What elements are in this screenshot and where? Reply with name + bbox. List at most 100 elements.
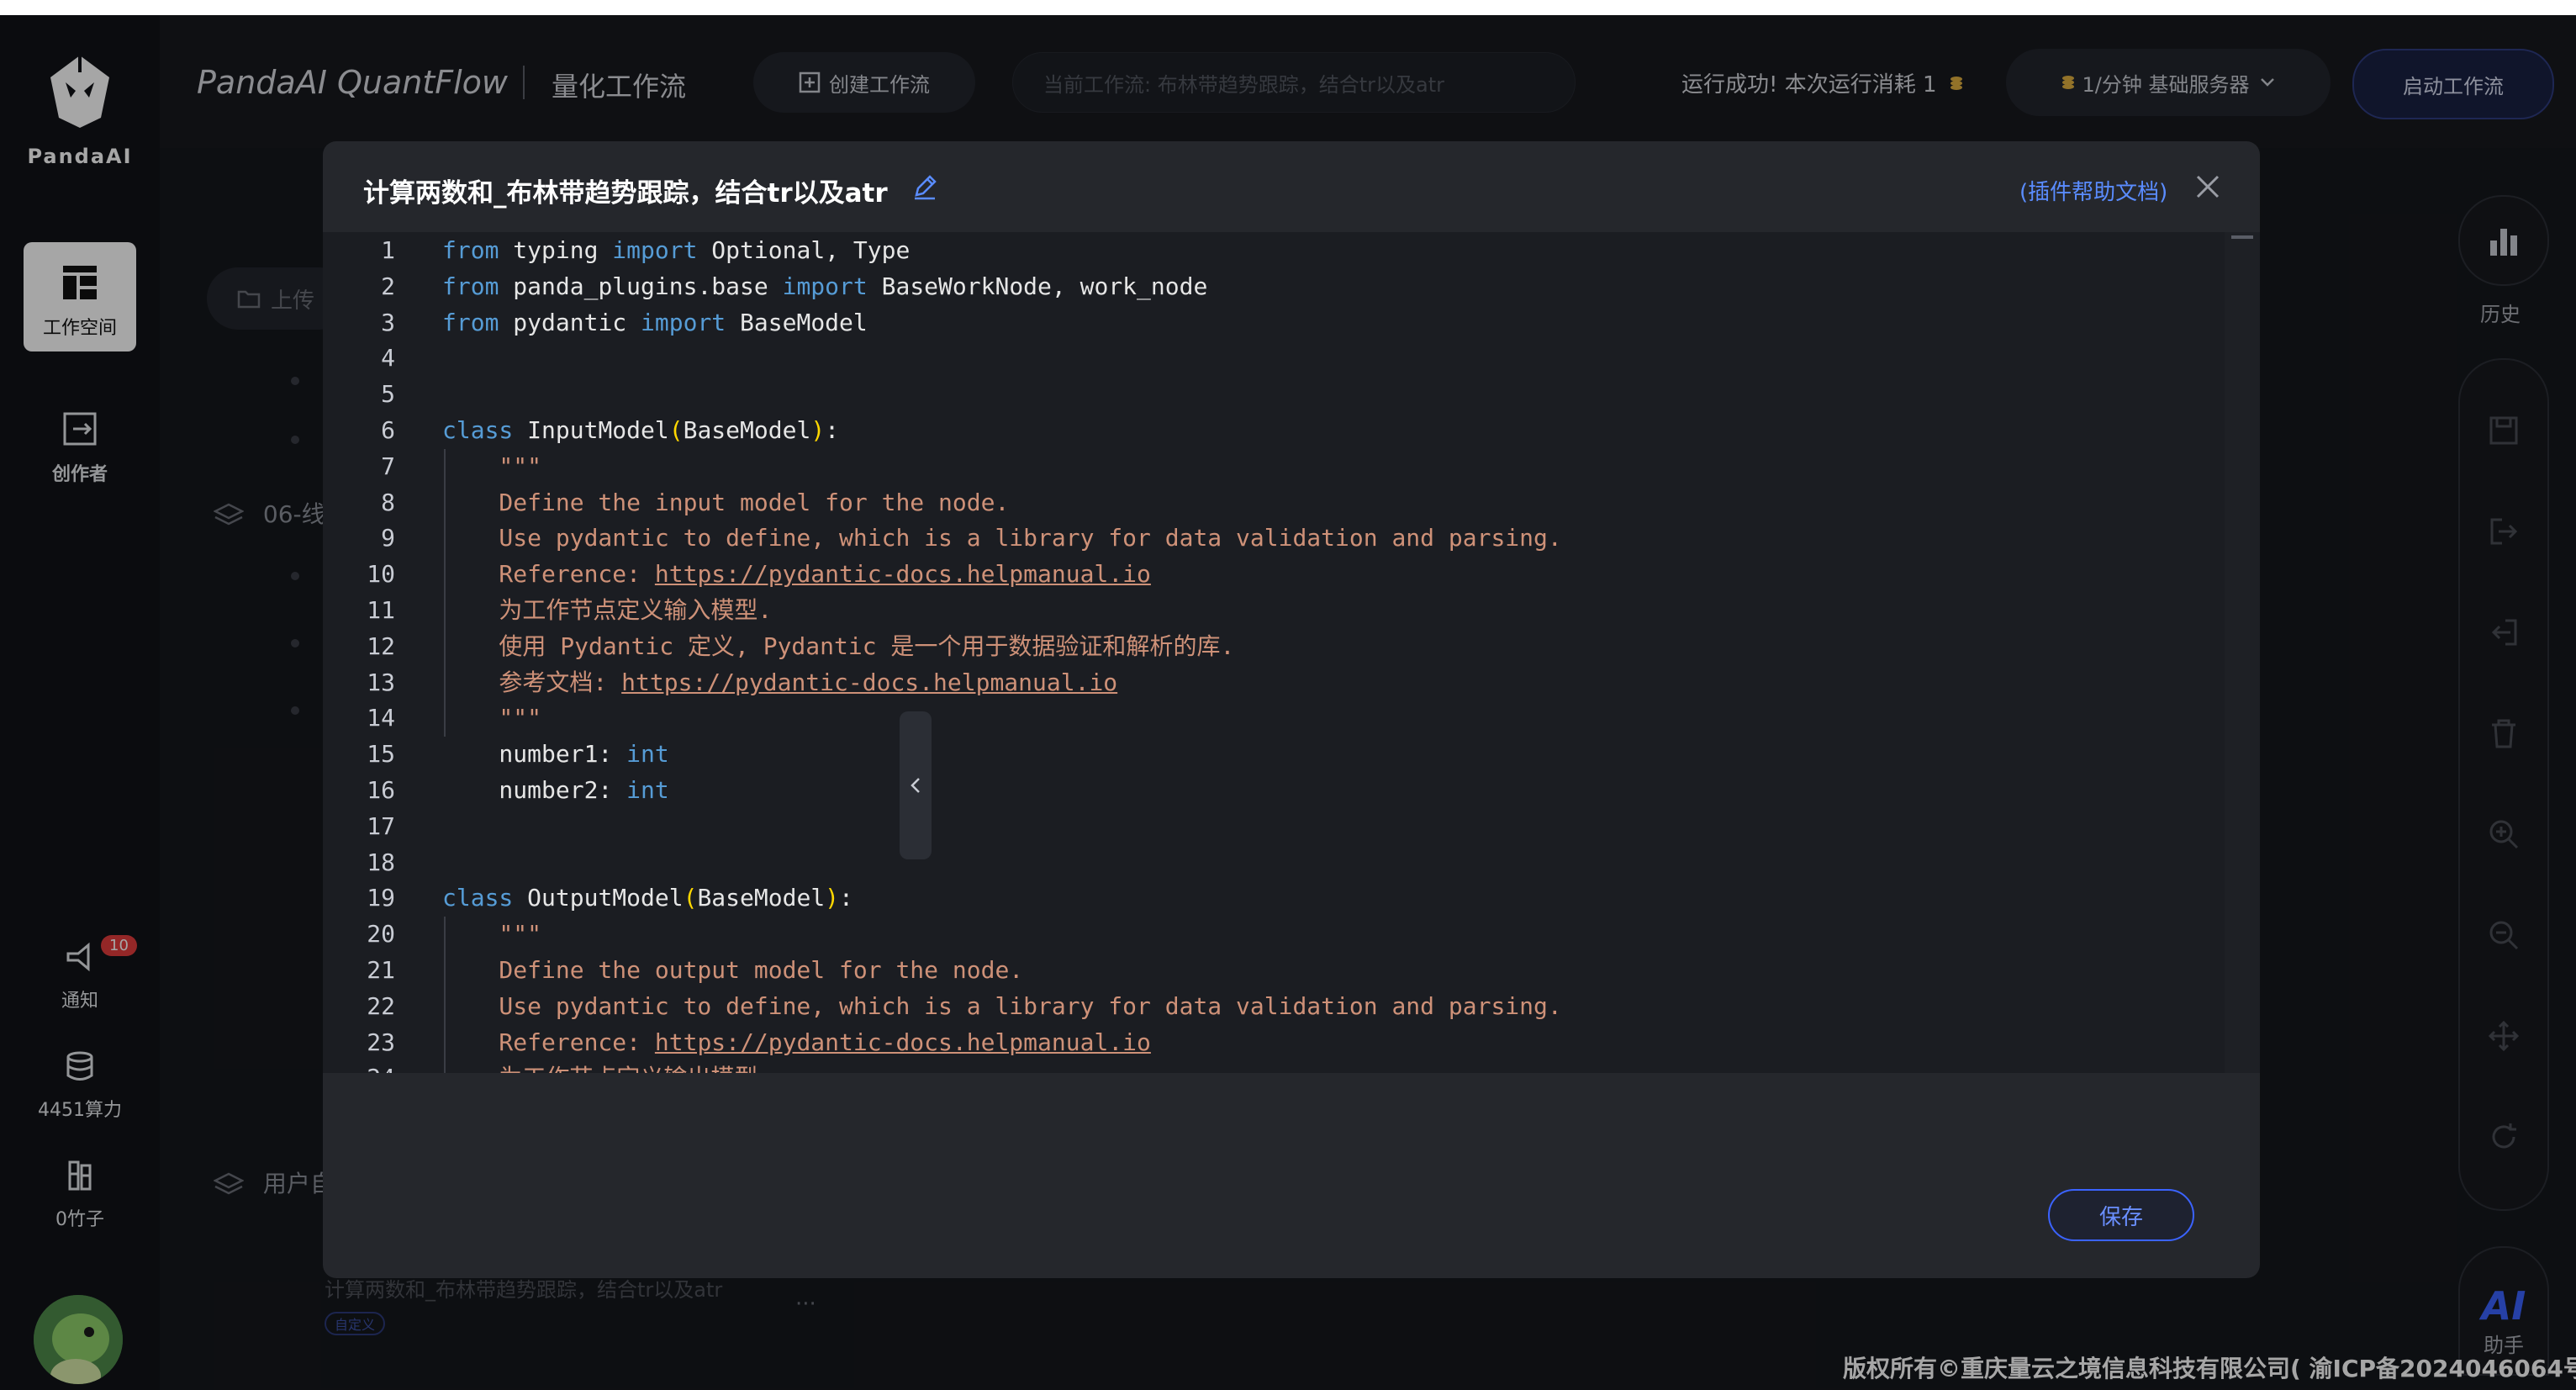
code-token: import bbox=[641, 308, 726, 336]
code-text: from typing import Optional, Type bbox=[442, 233, 910, 268]
code-text: number2: int bbox=[442, 773, 669, 808]
line-number: 5 bbox=[381, 380, 395, 409]
code-text: Define the output model for the node. bbox=[442, 953, 1023, 988]
line-number: 15 bbox=[367, 740, 395, 769]
close-icon[interactable] bbox=[2194, 173, 2221, 200]
code-token: ( bbox=[668, 416, 684, 444]
code-token: ) bbox=[810, 416, 826, 444]
code-line[interactable]: 2 from panda_plugins.base import BaseWork… bbox=[323, 269, 2226, 304]
code-token: typing bbox=[499, 236, 613, 264]
code-token: Define the input model for the node. bbox=[442, 488, 1010, 516]
code-token: BaseModel bbox=[726, 308, 868, 336]
collapse-panel-button[interactable] bbox=[900, 711, 932, 859]
code-line[interactable]: 21 Define the output model for the node. bbox=[323, 953, 2226, 988]
code-text: Define the input model for the node. bbox=[442, 485, 1009, 521]
code-text: Use pydantic to define, which is a libra… bbox=[442, 989, 1561, 1024]
code-token: BaseModel bbox=[697, 884, 826, 912]
code-line[interactable]: 18 bbox=[323, 845, 2226, 880]
code-text: from panda_plugins.base import BaseWorkN… bbox=[442, 269, 1207, 304]
code-line[interactable]: 23 Reference: https://pydantic-docs.help… bbox=[323, 1025, 2226, 1060]
code-token: from bbox=[442, 308, 499, 336]
code-token: ( bbox=[683, 884, 698, 912]
code-line[interactable]: 16 number2: int bbox=[323, 773, 2226, 808]
line-number: 7 bbox=[381, 452, 395, 480]
code-line[interactable]: 8 Define the input model for the node. bbox=[323, 485, 2226, 521]
code-text: Use pydantic to define, which is a libra… bbox=[442, 521, 1562, 556]
code-link[interactable]: https://pydantic-docs.helpmanual.io bbox=[655, 560, 1151, 588]
code-text: """ bbox=[442, 700, 541, 736]
code-token: : bbox=[839, 884, 853, 912]
code-text: 为工作节点定义输出模型. bbox=[442, 1060, 772, 1073]
code-line[interactable]: 10 Reference: https://pydantic-docs.help… bbox=[323, 557, 2226, 592]
code-token: OutputModel bbox=[513, 884, 684, 912]
code-line[interactable]: 3 from pydantic import BaseModel bbox=[323, 305, 2226, 341]
line-number: 2 bbox=[381, 272, 395, 300]
code-token: import bbox=[782, 272, 868, 300]
code-token: """ bbox=[442, 920, 542, 949]
browser-top-strip bbox=[0, 0, 2576, 15]
code-token: number2: bbox=[442, 776, 627, 804]
code-line[interactable]: 9 Use pydantic to define, which is a lib… bbox=[323, 521, 2226, 556]
code-token: class bbox=[442, 884, 514, 912]
code-token: 为工作节点定义输出模型. bbox=[442, 1064, 772, 1073]
save-button[interactable]: 保存 bbox=[2048, 1189, 2194, 1241]
code-line[interactable]: 5 bbox=[323, 377, 2226, 412]
plugin-help-link[interactable]: (插件帮助文档) bbox=[2019, 175, 2167, 206]
code-line[interactable]: 15 number1: int bbox=[323, 737, 2226, 772]
code-link[interactable]: https://pydantic-docs.helpmanual.io bbox=[655, 1028, 1151, 1056]
chevron-left-icon bbox=[911, 778, 920, 793]
code-token: class bbox=[442, 416, 514, 444]
editor-scrollbar[interactable] bbox=[2225, 232, 2260, 1073]
edit-icon[interactable] bbox=[911, 173, 938, 200]
line-number: 19 bbox=[367, 884, 395, 912]
code-token: """ bbox=[442, 704, 542, 732]
code-token: BaseModel bbox=[683, 416, 811, 444]
code-line[interactable]: 13 参考文档: https://pydantic-docs.helpmanua… bbox=[323, 665, 2226, 700]
code-token: int bbox=[626, 776, 669, 804]
code-token: panda_plugins.base bbox=[499, 272, 783, 300]
line-number: 16 bbox=[367, 776, 395, 804]
code-line[interactable]: 14 """ bbox=[323, 700, 2226, 736]
indent-guide bbox=[444, 917, 446, 1073]
code-line[interactable]: 19 class OutputModel(BaseModel): bbox=[323, 880, 2226, 916]
line-number: 13 bbox=[367, 668, 395, 696]
code-token: """ bbox=[442, 452, 542, 480]
code-text: number1: int bbox=[442, 737, 668, 772]
line-number: 12 bbox=[367, 632, 395, 660]
code-line[interactable]: 11 为工作节点定义输入模型. bbox=[323, 593, 2226, 628]
code-link[interactable]: https://pydantic-docs.helpmanual.io bbox=[621, 669, 1117, 696]
code-editor-modal: 计算两数和_布林带趋势跟踪，结合tr以及atr (插件帮助文档) 1 from t… bbox=[323, 141, 2260, 1278]
code-line[interactable]: 6 class InputModel(BaseModel): bbox=[323, 413, 2226, 448]
code-token: InputModel bbox=[513, 416, 669, 444]
line-number: 11 bbox=[367, 596, 395, 624]
code-token: number1: bbox=[442, 740, 627, 769]
line-number: 22 bbox=[367, 991, 395, 1020]
line-number: 1 bbox=[381, 236, 395, 264]
code-editor[interactable]: 1 from typing import Optional, Type 2 from … bbox=[323, 232, 2260, 1073]
code-token: Define the output model for the node. bbox=[442, 956, 1024, 984]
line-number: 6 bbox=[381, 416, 395, 444]
code-line[interactable]: 1 from typing import Optional, Type bbox=[323, 233, 2226, 268]
code-line[interactable]: 24 为工作节点定义输出模型. bbox=[323, 1060, 2226, 1073]
code-token: from bbox=[442, 272, 499, 300]
code-line[interactable]: 12 使用 Pydantic 定义, Pydantic 是一个用于数据验证和解析… bbox=[323, 629, 2226, 664]
code-token: 为工作节点定义输入模型. bbox=[442, 596, 773, 624]
code-text: class OutputModel(BaseModel): bbox=[442, 880, 853, 916]
code-token: Use pydantic to define, which is a libra… bbox=[442, 524, 1562, 552]
code-token: 参考文档: bbox=[442, 668, 622, 696]
code-line[interactable]: 4 bbox=[323, 341, 2226, 376]
code-line[interactable]: 20 """ bbox=[323, 917, 2226, 952]
code-token: ) bbox=[825, 884, 840, 912]
line-number: 24 bbox=[323, 1060, 395, 1073]
line-number: 23 bbox=[367, 1028, 395, 1056]
code-line[interactable]: 7 """ bbox=[323, 449, 2226, 484]
code-token: Reference: bbox=[442, 560, 655, 589]
code-text: """ bbox=[442, 449, 541, 484]
line-number: 21 bbox=[367, 956, 395, 984]
code-token: 使用 Pydantic 定义, Pydantic 是一个用于数据验证和解析的库. bbox=[442, 632, 1235, 660]
editor-scrollbar-thumb[interactable] bbox=[2231, 235, 2253, 239]
code-line[interactable]: 17 bbox=[323, 809, 2226, 844]
code-area[interactable]: 1 from typing import Optional, Type 2 from … bbox=[323, 232, 2226, 1073]
code-token: Reference: bbox=[442, 1028, 655, 1056]
code-line[interactable]: 22 Use pydantic to define, which is a li… bbox=[323, 989, 2226, 1024]
